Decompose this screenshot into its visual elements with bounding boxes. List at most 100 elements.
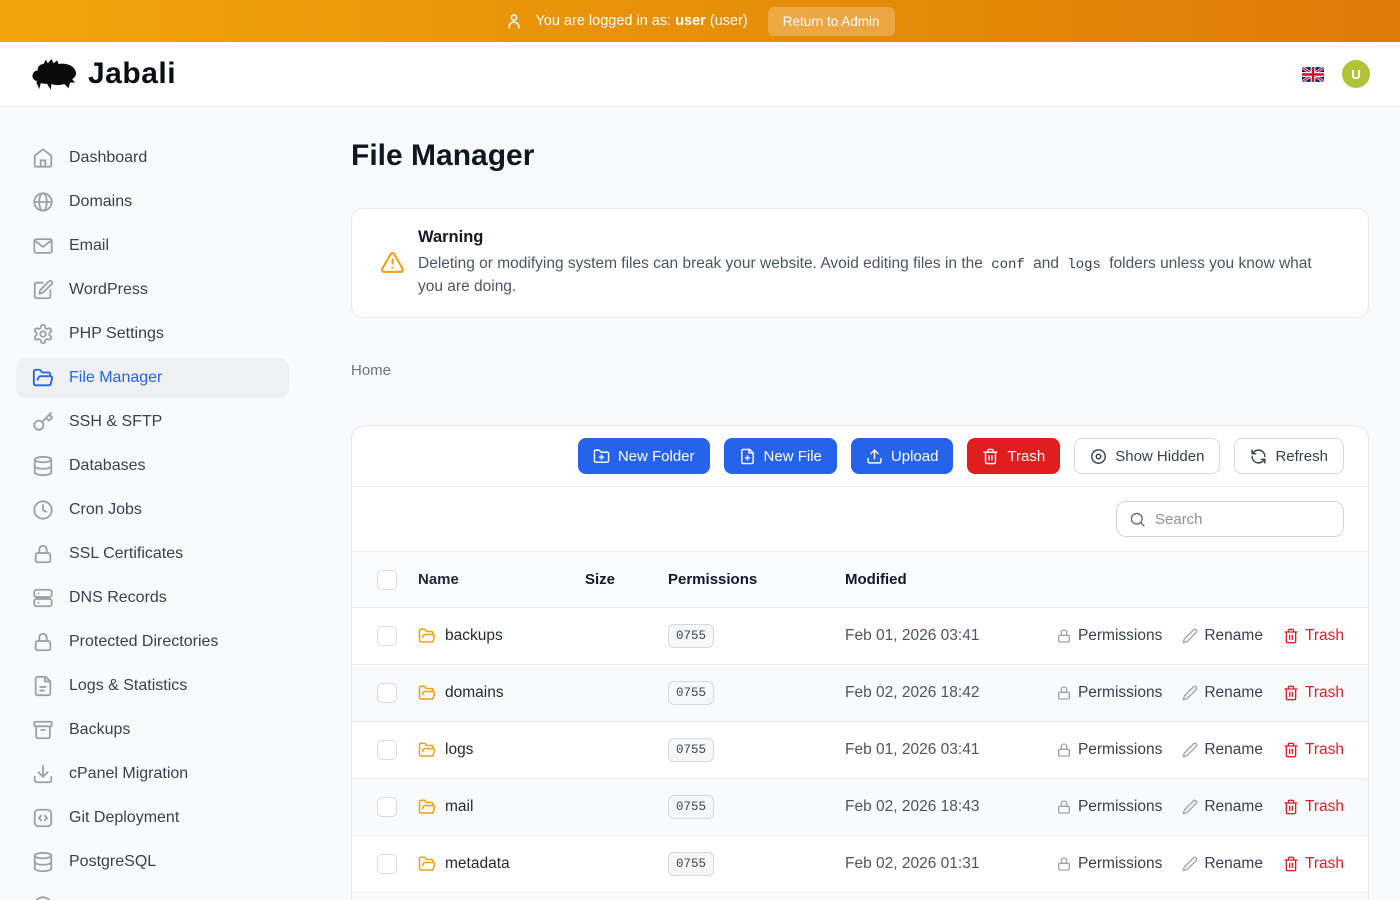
sidebar-item-cpanel-migration[interactable]: cPanel Migration (16, 754, 289, 794)
pencil-icon (1182, 856, 1198, 872)
sidebar-item-ssh-sftp[interactable]: SSH & SFTP (16, 402, 289, 442)
trash-button[interactable]: Trash (967, 438, 1060, 474)
sidebar-item-dashboard[interactable]: Dashboard (16, 138, 289, 178)
permissions-badge: 0755 (668, 738, 714, 762)
sidebar-item-cron-jobs[interactable]: Cron Jobs (16, 490, 289, 530)
new-file-button[interactable]: New File (724, 438, 837, 474)
row-rename-action[interactable]: Rename (1182, 855, 1263, 873)
sidebar-item-label: cPanel Migration (69, 765, 188, 783)
row-trash-action[interactable]: Trash (1283, 855, 1344, 873)
upload-button[interactable]: Upload (851, 438, 954, 474)
download-icon (32, 763, 54, 785)
modified-date: Feb 01, 2026 03:41 (845, 741, 979, 758)
lock-icon (1056, 685, 1072, 701)
user-avatar[interactable]: U (1342, 60, 1370, 88)
table-row: metadata 0755 Feb 02, 2026 01:31 Permiss… (352, 835, 1368, 892)
sidebar-item-label: File Manager (69, 369, 162, 387)
file-toolbar: New Folder New File Upload Trash Show Hi… (352, 426, 1368, 487)
sidebar-item-file-manager[interactable]: File Manager (16, 358, 289, 398)
row-permissions-action[interactable]: Permissions (1056, 855, 1162, 873)
row-checkbox[interactable] (377, 740, 397, 760)
search-input[interactable] (1155, 511, 1331, 528)
row-rename-action[interactable]: Rename (1182, 741, 1263, 759)
file-text-icon (32, 675, 54, 697)
show-hidden-button[interactable]: Show Hidden (1074, 438, 1220, 474)
sidebar-item-partial[interactable] (16, 886, 289, 900)
row-trash-action[interactable]: Trash (1283, 627, 1344, 645)
banner-username: user (675, 13, 706, 29)
sidebar-item-wordpress[interactable]: WordPress (16, 270, 289, 310)
file-name-cell[interactable]: logs (418, 741, 585, 759)
sidebar-item-databases[interactable]: Databases (16, 446, 289, 486)
sidebar-item-ssl-certificates[interactable]: SSL Certificates (16, 534, 289, 574)
file-name-cell[interactable]: mail (418, 798, 585, 816)
sidebar-item-backups[interactable]: Backups (16, 710, 289, 750)
select-all-checkbox[interactable] (377, 570, 397, 590)
table-row: backups 0755 Feb 01, 2026 03:41 Permissi… (352, 607, 1368, 664)
key-icon (32, 411, 54, 433)
row-permissions-action[interactable]: Permissions (1056, 798, 1162, 816)
trash-icon (1283, 742, 1299, 758)
upload-icon (866, 448, 883, 465)
table-header: Name Size Permissions Modified (352, 552, 1368, 607)
edit-icon (32, 279, 54, 301)
refresh-button[interactable]: Refresh (1234, 438, 1344, 474)
return-to-admin-button[interactable]: Return to Admin (768, 7, 895, 36)
breadcrumb[interactable]: Home (351, 362, 1369, 379)
folder-plus-icon (593, 448, 610, 465)
row-trash-action[interactable]: Trash (1283, 798, 1344, 816)
search-row (352, 487, 1368, 552)
permissions-badge: 0755 (668, 852, 714, 876)
permissions-badge: 0755 (668, 795, 714, 819)
sidebar-item-protected-directories[interactable]: Protected Directories (16, 622, 289, 662)
file-plus-icon (739, 448, 756, 465)
circle-icon (32, 895, 54, 900)
row-permissions-action[interactable]: Permissions (1056, 684, 1162, 702)
search-box[interactable] (1116, 501, 1344, 537)
file-name-cell[interactable]: domains (418, 684, 585, 702)
file-name-cell[interactable]: backups (418, 627, 585, 645)
boar-logo-icon (30, 54, 80, 94)
trash-icon (1283, 628, 1299, 644)
sidebar-item-label: PHP Settings (69, 325, 164, 343)
pencil-icon (1182, 628, 1198, 644)
sidebar-item-label: Dashboard (69, 149, 147, 167)
page-title: File Manager (351, 140, 1369, 172)
row-rename-action[interactable]: Rename (1182, 798, 1263, 816)
row-rename-action[interactable]: Rename (1182, 684, 1263, 702)
lock-icon (1056, 856, 1072, 872)
row-permissions-action[interactable]: Permissions (1056, 741, 1162, 759)
sidebar-item-postgresql[interactable]: PostgreSQL (16, 842, 289, 882)
sidebar-item-dns-records[interactable]: DNS Records (16, 578, 289, 618)
row-trash-action[interactable]: Trash (1283, 684, 1344, 702)
home-icon (32, 147, 54, 169)
sidebar-item-label: WordPress (69, 281, 148, 299)
file-name-cell[interactable]: metadata (418, 855, 585, 873)
sidebar-item-php-settings[interactable]: PHP Settings (16, 314, 289, 354)
row-trash-action[interactable]: Trash (1283, 741, 1344, 759)
row-permissions-action[interactable]: Permissions (1056, 627, 1162, 645)
row-checkbox[interactable] (377, 854, 397, 874)
sidebar-item-label: Git Deployment (69, 809, 179, 827)
table-row: Permissions Rename Trash (352, 892, 1368, 900)
sidebar-item-git-deployment[interactable]: Git Deployment (16, 798, 289, 838)
row-checkbox[interactable] (377, 797, 397, 817)
row-rename-action[interactable]: Rename (1182, 627, 1263, 645)
lock-icon (1056, 628, 1072, 644)
row-checkbox[interactable] (377, 683, 397, 703)
pencil-icon (1182, 685, 1198, 701)
trash-icon (1283, 856, 1299, 872)
code-icon (32, 807, 54, 829)
globe-icon (32, 191, 54, 213)
sidebar-item-label: Backups (69, 721, 130, 739)
new-folder-button[interactable]: New Folder (578, 438, 710, 474)
sidebar-item-logs-statistics[interactable]: Logs & Statistics (16, 666, 289, 706)
uk-flag-icon[interactable] (1302, 67, 1324, 82)
folder-icon (418, 741, 436, 759)
folder-icon (418, 798, 436, 816)
brand-logo[interactable]: Jabali (30, 54, 176, 94)
row-checkbox[interactable] (377, 626, 397, 646)
folder-icon (418, 855, 436, 873)
sidebar-item-domains[interactable]: Domains (16, 182, 289, 222)
sidebar-item-email[interactable]: Email (16, 226, 289, 266)
